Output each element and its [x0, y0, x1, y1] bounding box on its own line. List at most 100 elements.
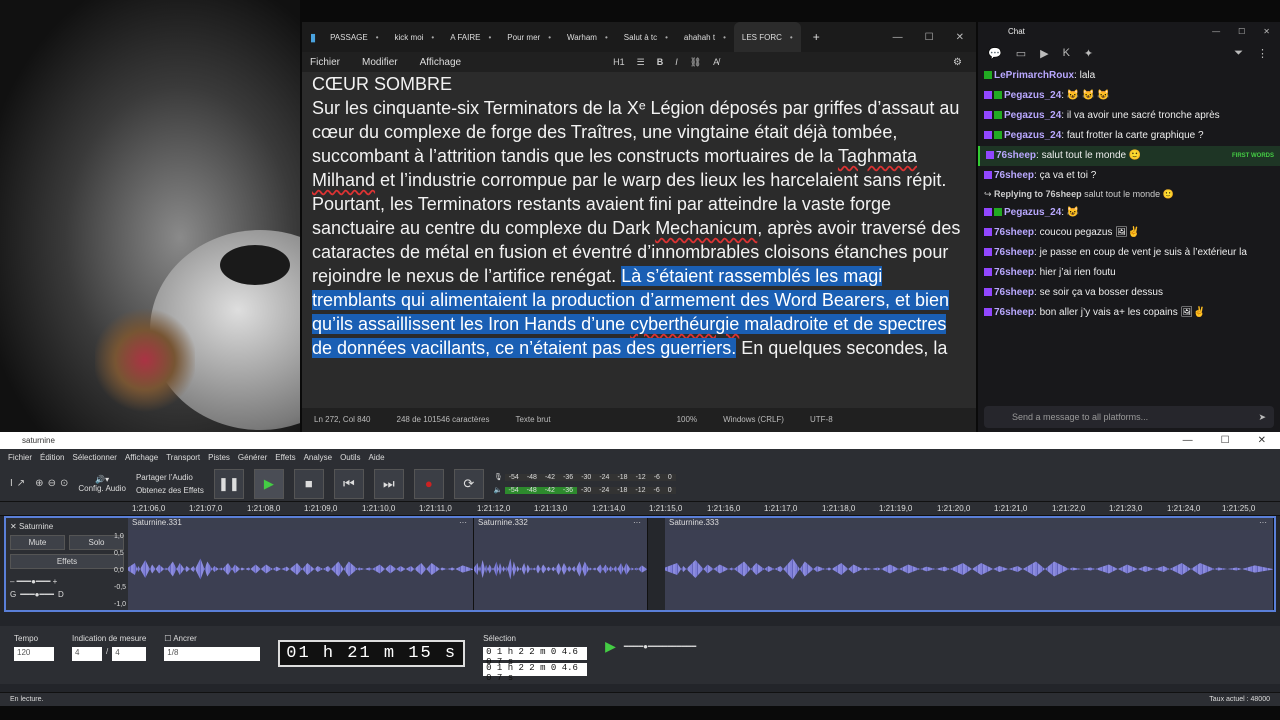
link-icon[interactable]: ⛓ — [690, 57, 701, 68]
tab-ahahah[interactable]: ahahah t • — [676, 22, 734, 52]
tab-salut[interactable]: Salut à tc • — [616, 22, 676, 52]
menu-fichier[interactable]: Fichier — [310, 57, 340, 68]
menu-modifier[interactable]: Modifier — [362, 57, 398, 68]
audio-clip[interactable]: Saturnine.332 ··· — [474, 518, 648, 610]
tab-a-faire[interactable]: A FAIRE • — [442, 22, 499, 52]
menu-transport[interactable]: Transport — [166, 453, 200, 462]
clip-menu-icon[interactable]: ··· — [633, 518, 641, 530]
pause-button[interactable]: ❚❚ — [213, 468, 244, 499]
new-tab-icon[interactable]: + — [813, 30, 820, 44]
selection-end[interactable]: 0 1 h 2 2 m 0 4.6 0 7 s — [483, 663, 588, 683]
menu-effets[interactable]: Effets — [275, 453, 295, 462]
chat-username[interactable]: 76sheep — [996, 150, 1036, 161]
sparkle-icon[interactable]: ✦ — [1084, 47, 1093, 60]
chat-username[interactable]: 76sheep — [994, 170, 1034, 181]
tempo-field[interactable]: 120 — [14, 647, 54, 661]
clip-name[interactable]: Saturnine.332 — [478, 518, 528, 530]
envelope-tool-icon[interactable]: ↗ — [17, 478, 25, 489]
chat-username[interactable]: Pegazus_24 — [1004, 207, 1061, 218]
select-tool-icon[interactable]: I — [10, 478, 13, 489]
audio-setup-label[interactable]: Config. Audio — [78, 484, 126, 493]
menu-pistes[interactable]: Pistes — [208, 453, 230, 462]
chat-username[interactable]: 76sheep — [994, 307, 1034, 318]
text-mode[interactable]: Texte brut — [515, 415, 550, 424]
sig-numerator[interactable]: 4 — [72, 647, 102, 661]
zoom-fit-icon[interactable]: ⊙ — [60, 478, 68, 489]
audio-clip[interactable]: Saturnine.331 ··· — [128, 518, 474, 610]
menu-generer[interactable]: Générer — [238, 453, 267, 462]
clip-menu-icon[interactable]: ··· — [1259, 518, 1267, 530]
clip-name[interactable]: Saturnine.331 — [132, 518, 182, 530]
time-display[interactable]: 01 h 21 m 15 s — [278, 640, 466, 667]
audio-setup-icon[interactable]: 🔊▾ — [78, 475, 126, 484]
italic-button[interactable]: I — [675, 57, 678, 68]
skip-end-button[interactable]: ⏭ — [373, 468, 404, 499]
chat-username[interactable]: LePrimarchRoux — [994, 70, 1074, 81]
playback-meter[interactable]: 🔈 -54 -48 -42 -36 -30 -24 -18 -12 -6 0 — [494, 486, 676, 494]
close-icon[interactable]: ✕ — [956, 32, 964, 43]
minimize-icon[interactable]: — — [893, 32, 903, 43]
zoom-out-icon[interactable]: ⊖ — [48, 478, 56, 489]
zoom-in-icon[interactable]: ⊕ — [35, 478, 43, 489]
menu-affichage[interactable]: Affichage — [125, 453, 158, 462]
minimize-icon[interactable]: — — [1183, 435, 1193, 446]
loop-button[interactable]: ⟳ — [453, 468, 484, 499]
play-at-speed-icon[interactable]: ▶ — [605, 638, 616, 655]
menu-fichier[interactable]: Fichier — [8, 453, 32, 462]
more-icon[interactable]: ⋮ — [1257, 47, 1268, 60]
menu-aide[interactable]: Aide — [369, 453, 385, 462]
close-track-icon[interactable]: ✕ — [10, 522, 17, 531]
chat-username[interactable]: Pegazus_24 — [1004, 130, 1061, 141]
maximize-icon[interactable]: ☐ — [925, 32, 934, 43]
chat-icon[interactable]: 💬 — [988, 47, 1002, 60]
line-endings[interactable]: Windows (CRLF) — [723, 415, 784, 424]
tab-warham[interactable]: Warham • — [559, 22, 616, 52]
audio-clip[interactable]: Saturnine.333 ··· — [665, 518, 1274, 610]
tab-kick[interactable]: kick moi • — [387, 22, 443, 52]
heading-select[interactable]: H1 — [613, 57, 625, 68]
kick-icon[interactable]: K — [1063, 47, 1070, 59]
chat-username[interactable]: 76sheep — [994, 227, 1034, 238]
tab-passage[interactable]: PASSAGE • — [322, 22, 386, 52]
maximize-icon[interactable]: ☐ — [1238, 27, 1245, 36]
filter-icon[interactable]: ⏷ — [1234, 47, 1243, 60]
stop-button[interactable]: ■ — [293, 468, 324, 499]
selection-start[interactable]: 0 1 h 2 2 m 0 4.6 0 7 s — [483, 647, 588, 667]
bold-button[interactable]: B — [657, 57, 664, 68]
clip-menu-icon[interactable]: ··· — [459, 518, 467, 530]
effects-button[interactable]: Effets — [10, 554, 124, 569]
tab-pour[interactable]: Pour mer • — [499, 22, 559, 52]
mute-button[interactable]: Mute — [10, 535, 65, 550]
menu-outils[interactable]: Outils — [340, 453, 360, 462]
level-meters[interactable]: 🎙 -54 -48 -42 -36 -30 -24 -18 -12 -6 0 🔈 -54 -48 -4… — [494, 473, 676, 494]
chat-username[interactable]: 76sheep — [994, 267, 1034, 278]
minimize-icon[interactable]: — — [1212, 27, 1220, 36]
tab-les-forc[interactable]: LES FORC • — [733, 22, 801, 52]
maximize-icon[interactable]: ☐ — [1221, 435, 1230, 446]
clear-format-icon[interactable]: A̸ — [713, 57, 719, 68]
snap-checkbox[interactable]: ☐ — [164, 634, 171, 643]
clip-name[interactable]: Saturnine.333 — [669, 518, 719, 530]
youtube-icon[interactable]: ▶ — [1040, 47, 1048, 60]
speed-slider[interactable]: ━━━━●━━━━━━━━━━ — [624, 642, 696, 651]
chat-username[interactable]: Pegazus_24 — [1004, 110, 1061, 121]
send-icon[interactable]: ➤ — [1258, 412, 1274, 423]
share-audio-button[interactable]: Partager l’Audio — [136, 473, 204, 482]
encoding[interactable]: UTF-8 — [810, 415, 833, 424]
menu-selectionner[interactable]: Sélectionner — [72, 453, 116, 462]
menu-edition[interactable]: Édition — [40, 453, 64, 462]
chat-username[interactable]: Pegazus_24 — [1004, 90, 1061, 101]
clip-area[interactable]: Saturnine.331 ··· Saturnine.332 ··· Saturn… — [128, 518, 1274, 610]
record-button[interactable]: ● — [413, 468, 444, 499]
settings-icon[interactable]: ⚙ — [953, 57, 962, 68]
track-name[interactable]: Saturnine — [19, 522, 53, 531]
skip-start-button[interactable]: ⏮ — [333, 468, 364, 499]
chat-input[interactable]: Send a message to all platforms... ➤ — [984, 406, 1274, 428]
timeline-ruler[interactable]: 1:21:06,0 1:21:07,0 1:21:08,0 1:21:09,0 … — [0, 502, 1280, 516]
gain-slider[interactable]: – ━━━●━━━ + — [10, 577, 57, 586]
close-icon[interactable]: ✕ — [1258, 435, 1266, 446]
pan-slider[interactable]: ━━━●━━━ — [20, 590, 54, 599]
close-icon[interactable]: ✕ — [1263, 27, 1270, 36]
snap-select[interactable]: 1/8 — [164, 647, 261, 661]
list-icon[interactable]: ☰ — [637, 57, 645, 68]
